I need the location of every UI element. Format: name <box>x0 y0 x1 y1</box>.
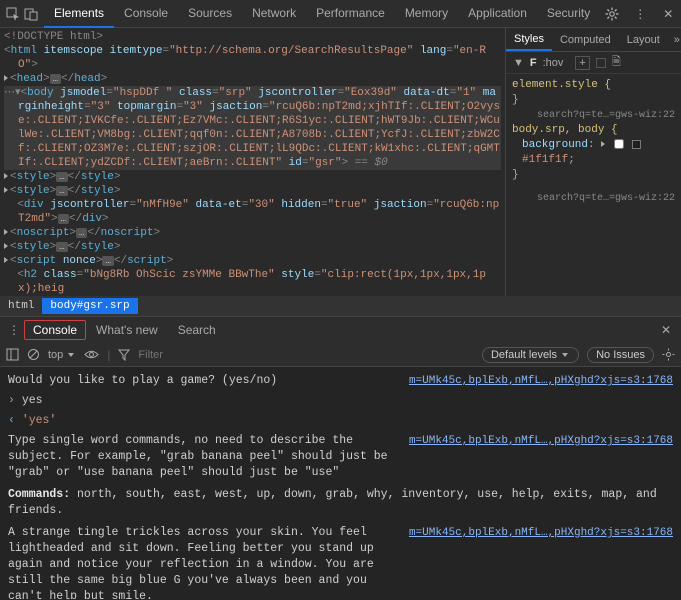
main-tab-strip: Elements Console Sources Network Perform… <box>44 0 600 28</box>
selected-body-element[interactable]: ⋯▾<body jsmodel="hspDDf " class="srp" js… <box>4 86 501 170</box>
devtools-toolbar: Elements Console Sources Network Perform… <box>0 0 681 28</box>
tab-elements[interactable]: Elements <box>44 0 114 28</box>
tab-styles[interactable]: Styles <box>506 29 552 51</box>
color-swatch[interactable] <box>632 140 641 149</box>
overflow-expand-icon[interactable]: » <box>668 34 681 46</box>
breadcrumb-html[interactable]: html <box>0 298 42 314</box>
console-message: Would you like to play a game? (yes/no) <box>8 373 409 389</box>
console-message: Commands: north, south, east, west, up, … <box>8 487 673 519</box>
css-enable-checkbox[interactable] <box>614 139 624 149</box>
console-drawer: ⋮ Console What's new Search ✕ top | Defa… <box>0 316 681 599</box>
drawer-kebab-icon[interactable]: ⋮ <box>4 323 24 337</box>
rule-selector: body.srp, body { <box>512 124 618 136</box>
console-source-link[interactable]: m=UMk45c,bplExb,nMfL…,pHXghd?xjs=s3:1768 <box>409 525 673 599</box>
console-message: Type single word commands, no need to de… <box>8 433 409 481</box>
filter-funnel-icon[interactable]: ▼ <box>513 57 524 69</box>
expand-triangle-icon[interactable] <box>4 243 8 249</box>
console-toolbar: top | Default levels No Issues <box>0 343 681 367</box>
console-source-link[interactable]: m=UMk45c,bplExb,nMfL…,pHXghd?xjs=s3:1768 <box>409 373 673 389</box>
drawer-tab-strip: ⋮ Console What's new Search ✕ <box>0 317 681 343</box>
stylesheet-source-link[interactable]: search?q=te…=gws-wiz:22 <box>512 108 675 123</box>
drawer-tab-console[interactable]: Console <box>24 320 86 340</box>
styles-sidebar: Styles Computed Layout » ▼ F :hov + 🗎 el… <box>505 28 681 296</box>
tab-sources[interactable]: Sources <box>178 0 242 28</box>
log-levels-dropdown[interactable]: Default levels <box>482 347 579 363</box>
drawer-tab-search[interactable]: Search <box>168 319 226 341</box>
dom-breadcrumb: html body#gsr.srp <box>0 296 681 316</box>
css-property[interactable]: background <box>522 139 588 151</box>
toolbar-right-controls: ⋮ ✕ <box>600 4 680 24</box>
expand-value-icon[interactable] <box>601 141 605 147</box>
drawer-tab-whatsnew[interactable]: What's new <box>86 319 168 341</box>
toolbar-box-icon[interactable] <box>596 58 606 68</box>
close-devtools-icon[interactable]: ✕ <box>658 4 678 24</box>
console-message: A strange tingle trickles across your sk… <box>8 525 409 599</box>
drawer-close-icon[interactable]: ✕ <box>655 323 677 337</box>
styles-rules-list[interactable]: element.style { } search?q=te…=gws-wiz:2… <box>506 74 681 210</box>
elements-dom-tree[interactable]: <!DOCTYPE html> <html itemscope itemtype… <box>0 28 505 296</box>
tab-performance[interactable]: Performance <box>306 0 395 28</box>
console-input-chevron-icon: › <box>8 394 22 407</box>
console-sidebar-toggle-icon[interactable] <box>6 348 19 361</box>
tab-memory[interactable]: Memory <box>395 0 458 28</box>
expand-triangle-icon[interactable] <box>4 75 8 81</box>
styles-tab-strip: Styles Computed Layout » <box>506 28 681 52</box>
inspect-element-icon[interactable] <box>6 4 20 24</box>
collapsed-ellipsis[interactable]: … <box>50 74 61 84</box>
console-output-chevron-icon: ‹ <box>8 414 22 427</box>
stylesheet-source-link[interactable]: search?q=te…=gws-wiz:22 <box>512 191 675 206</box>
console-source-link[interactable]: m=UMk45c,bplExb,nMfL…,pHXghd?xjs=s3:1768 <box>409 433 673 481</box>
selection-marker: == $0 <box>355 157 388 169</box>
tab-network[interactable]: Network <box>242 0 306 28</box>
settings-gear-icon[interactable] <box>602 4 622 24</box>
clear-console-icon[interactable] <box>27 348 40 361</box>
expand-triangle-icon[interactable] <box>4 257 8 263</box>
new-rule-plus-icon[interactable]: + <box>575 56 589 70</box>
kebab-menu-icon[interactable]: ⋮ <box>630 4 650 24</box>
tab-layout[interactable]: Layout <box>619 30 668 50</box>
tab-security[interactable]: Security <box>537 0 600 28</box>
live-expression-eye-icon[interactable] <box>84 349 99 360</box>
tab-computed[interactable]: Computed <box>552 30 619 50</box>
console-settings-gear-icon[interactable] <box>662 348 675 361</box>
console-messages[interactable]: Would you like to play a game? (yes/no) … <box>0 367 681 599</box>
breadcrumb-body[interactable]: body#gsr.srp <box>42 298 137 314</box>
expand-triangle-icon[interactable] <box>4 173 8 179</box>
main-content-split: <!DOCTYPE html> <html itemscope itemtype… <box>0 28 681 296</box>
device-toggle-icon[interactable] <box>24 4 38 24</box>
hov-toggle[interactable]: :hov <box>543 57 564 69</box>
console-return-value: 'yes' <box>22 414 57 427</box>
console-input-echo: yes <box>22 394 43 407</box>
issues-counter[interactable]: No Issues <box>587 347 654 363</box>
execution-context-selector[interactable]: top <box>48 349 76 361</box>
styles-filter-toolbar: ▼ F :hov + 🗎 <box>506 52 681 74</box>
filter-funnel-icon[interactable] <box>118 349 130 361</box>
toolbar-page-icon[interactable]: 🗎 <box>612 53 621 72</box>
tab-application[interactable]: Application <box>458 0 537 28</box>
css-value[interactable]: #1f1f1f <box>522 154 568 166</box>
expand-triangle-icon[interactable] <box>4 187 8 193</box>
element-style-selector: element.style { <box>512 79 611 91</box>
expand-triangle-icon[interactable] <box>4 229 8 235</box>
tab-console[interactable]: Console <box>114 0 178 28</box>
filter-input[interactable]: F <box>530 57 537 69</box>
console-filter-input[interactable] <box>138 349 218 361</box>
doctype: <!DOCTYPE html> <box>4 31 103 43</box>
